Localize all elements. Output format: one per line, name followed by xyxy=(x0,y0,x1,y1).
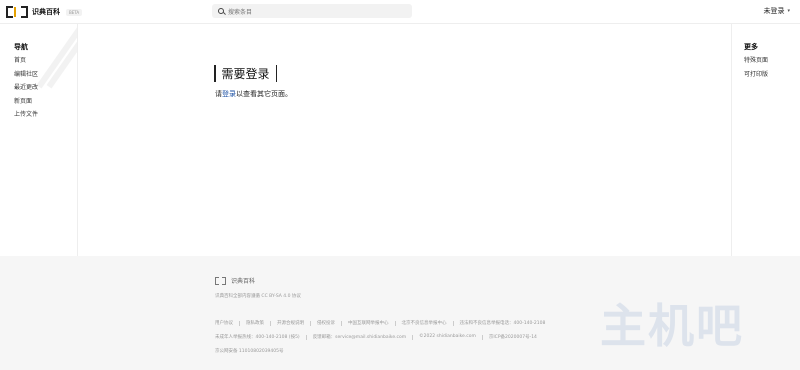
footer-link-open-source[interactable]: 开源合规说明 xyxy=(277,320,304,326)
chevron-down-icon: ▾ xyxy=(787,8,790,14)
nav-item-home[interactable]: 首页 xyxy=(14,54,38,68)
footer-link-user-agreement[interactable]: 用户协议 xyxy=(215,320,233,326)
message-prefix: 请 xyxy=(215,90,222,98)
nav-item-community[interactable]: 编辑社区 xyxy=(14,68,38,82)
right-sidebar: 更多 特殊页面 可打印版 xyxy=(731,24,800,256)
beta-badge: BETA xyxy=(66,8,83,16)
footer-logo: 识典百科 xyxy=(215,276,255,285)
top-header: 识典百科 BETA 搜索条目 未登录 ▾ xyxy=(0,0,800,24)
footer-links: 用户协议 隐私政策 开源合规说明 侵权投诉 中国互联网举报中心 北京不良信息举报… xyxy=(215,320,545,326)
footer-police-record[interactable]: 京公网安备 11010802039405号 xyxy=(215,348,284,354)
login-status-menu[interactable]: 未登录 ▾ xyxy=(763,6,790,16)
more-title: 更多 xyxy=(744,43,758,51)
footer-icp[interactable]: 京ICP备2020007号-14 xyxy=(489,334,537,340)
title-bar-right xyxy=(275,65,278,82)
search-placeholder: 搜索条目 xyxy=(228,8,253,16)
message-suffix: 以查看其它页面。 xyxy=(236,90,292,98)
watermark: 主机吧 xyxy=(600,299,744,353)
more-list: 特殊页面 可打印版 xyxy=(744,54,768,81)
login-link[interactable]: 登录 xyxy=(222,90,236,98)
logo-text: 识典百科 xyxy=(32,8,60,16)
search-icon xyxy=(218,8,224,14)
logo-bracket-left-icon xyxy=(6,6,13,18)
nav-list: 首页 编辑社区 最近更改 新页面 上传文件 xyxy=(14,54,38,122)
search-input[interactable]: 搜索条目 xyxy=(212,4,412,18)
more-item-special-pages[interactable]: 特殊页面 xyxy=(744,54,768,68)
footer-link-report-center[interactable]: 中国互联网举报中心 xyxy=(348,320,389,326)
nav-item-recent-changes[interactable]: 最近更改 xyxy=(14,81,38,95)
decorative-stripes xyxy=(36,24,77,89)
footer-police-record-text: 京公网安备 11010802039405号 xyxy=(215,349,284,354)
nav-item-new-pages[interactable]: 新页面 xyxy=(14,95,38,109)
footer-contact: 未成年人举报热线：400-140-2108 (按5) 反馈邮箱：service@… xyxy=(215,334,537,340)
footer-logo-text: 识典百科 xyxy=(231,278,256,285)
login-status-label: 未登录 xyxy=(763,7,785,15)
footer-link-beijing-report[interactable]: 北京不良信息举报中心 xyxy=(402,320,447,326)
footer-copyright: ©2022 shidianbaike.com xyxy=(419,334,476,339)
left-sidebar: 导航 首页 编辑社区 最近更改 新页面 上传文件 xyxy=(0,24,78,256)
footer-bracket-left-icon xyxy=(215,276,219,285)
page-title: 需要登录 xyxy=(214,65,278,82)
footer-report-phone: 违法和不良信息举报电话：400-140-2108 xyxy=(459,321,546,326)
nav-item-upload[interactable]: 上传文件 xyxy=(14,108,38,122)
page-title-text: 需要登录 xyxy=(221,67,270,81)
logo-accent-icon xyxy=(14,7,16,17)
more-item-printable[interactable]: 可打印版 xyxy=(744,68,768,82)
site-logo[interactable]: 识典百科 BETA xyxy=(6,5,83,19)
login-required-message: 请登录以查看其它页面。 xyxy=(215,89,292,99)
nav-title: 导航 xyxy=(14,43,28,51)
footer-link-privacy[interactable]: 隐私政策 xyxy=(246,320,264,326)
footer-minor-hotline: 未成年人举报热线：400-140-2108 (按5) xyxy=(215,335,300,340)
footer-link-complaint[interactable]: 侵权投诉 xyxy=(317,320,335,326)
footer-license: 识典百科全部内容遵循 CC BY-SA 4.0 协议 xyxy=(215,294,301,299)
logo-bracket-right-icon xyxy=(21,6,28,18)
footer-bracket-right-icon xyxy=(222,276,226,285)
footer-feedback-email[interactable]: 反馈邮箱：service@mail.shidianbaike.com xyxy=(313,334,406,340)
